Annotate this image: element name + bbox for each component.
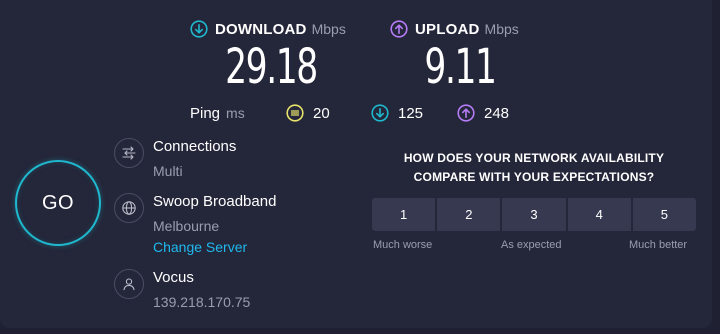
ping-row: Ping ms	[190, 102, 245, 124]
upload-latency-icon	[457, 104, 475, 122]
change-server-link[interactable]: Change Server	[153, 239, 247, 255]
go-label: GO	[41, 191, 75, 214]
rating-caption-high: Much better	[629, 239, 688, 251]
user-icon	[114, 269, 144, 299]
upload-header: UPLOAD Mbps	[390, 18, 530, 40]
ping-download-value: 125	[398, 104, 424, 122]
rating-option-3[interactable]: 3	[502, 198, 566, 231]
survey-question: HOW DOES YOUR NETWORK AVAILABILITY COMPA…	[372, 149, 696, 187]
isp-ip: 139.218.170.75	[153, 294, 251, 310]
ping-idle: 20	[286, 104, 330, 122]
download-latency-icon	[371, 104, 389, 122]
ping-upload: 248	[457, 104, 509, 122]
connections-value: Multi	[153, 163, 183, 179]
rating-option-5[interactable]: 5	[632, 198, 697, 231]
server-name: Swoop Broadband	[153, 193, 277, 210]
rating-option-1[interactable]: 1	[372, 198, 436, 231]
idle-latency-icon	[286, 104, 304, 122]
rating-caption-mid: As expected	[501, 239, 562, 251]
upload-value: 9.11	[424, 39, 497, 95]
rating-option-4[interactable]: 4	[567, 198, 631, 231]
go-button[interactable]: GO	[15, 160, 101, 246]
rating-scale: 1 2 3 4 5	[372, 198, 697, 231]
server-location: Melbourne	[153, 218, 220, 234]
isp-name: Vocus	[153, 269, 194, 286]
upload-label: UPLOAD	[415, 20, 480, 38]
rating-option-2[interactable]: 2	[437, 198, 501, 231]
download-unit: Mbps	[311, 21, 346, 37]
download-icon	[190, 20, 208, 38]
speedtest-page: DOWNLOAD Mbps 29.18 UPLOAD Mbps 9.11 Pin…	[0, 0, 720, 334]
download-label: DOWNLOAD	[215, 20, 307, 38]
upload-icon	[390, 20, 408, 38]
survey-question-line1: HOW DOES YOUR NETWORK AVAILABILITY	[403, 151, 665, 165]
survey-question-line2: COMPARE WITH YOUR EXPECTATIONS?	[413, 170, 655, 184]
rating-caption-low: Much worse	[373, 239, 433, 251]
globe-icon	[114, 193, 144, 223]
ping-upload-value: 248	[484, 104, 510, 122]
ping-download: 125	[371, 104, 423, 122]
download-metric: DOWNLOAD Mbps 29.18	[190, 0, 352, 91]
connections-icon	[114, 138, 144, 168]
ping-unit: ms	[226, 105, 245, 121]
upload-metric: UPLOAD Mbps 9.11	[390, 0, 530, 91]
ping-idle-value: 20	[313, 104, 330, 122]
connections-title: Connections	[153, 138, 237, 155]
upload-unit: Mbps	[484, 21, 519, 37]
download-header: DOWNLOAD Mbps	[190, 18, 352, 40]
ping-label: Ping	[190, 104, 221, 122]
download-value: 29.18	[225, 39, 318, 95]
